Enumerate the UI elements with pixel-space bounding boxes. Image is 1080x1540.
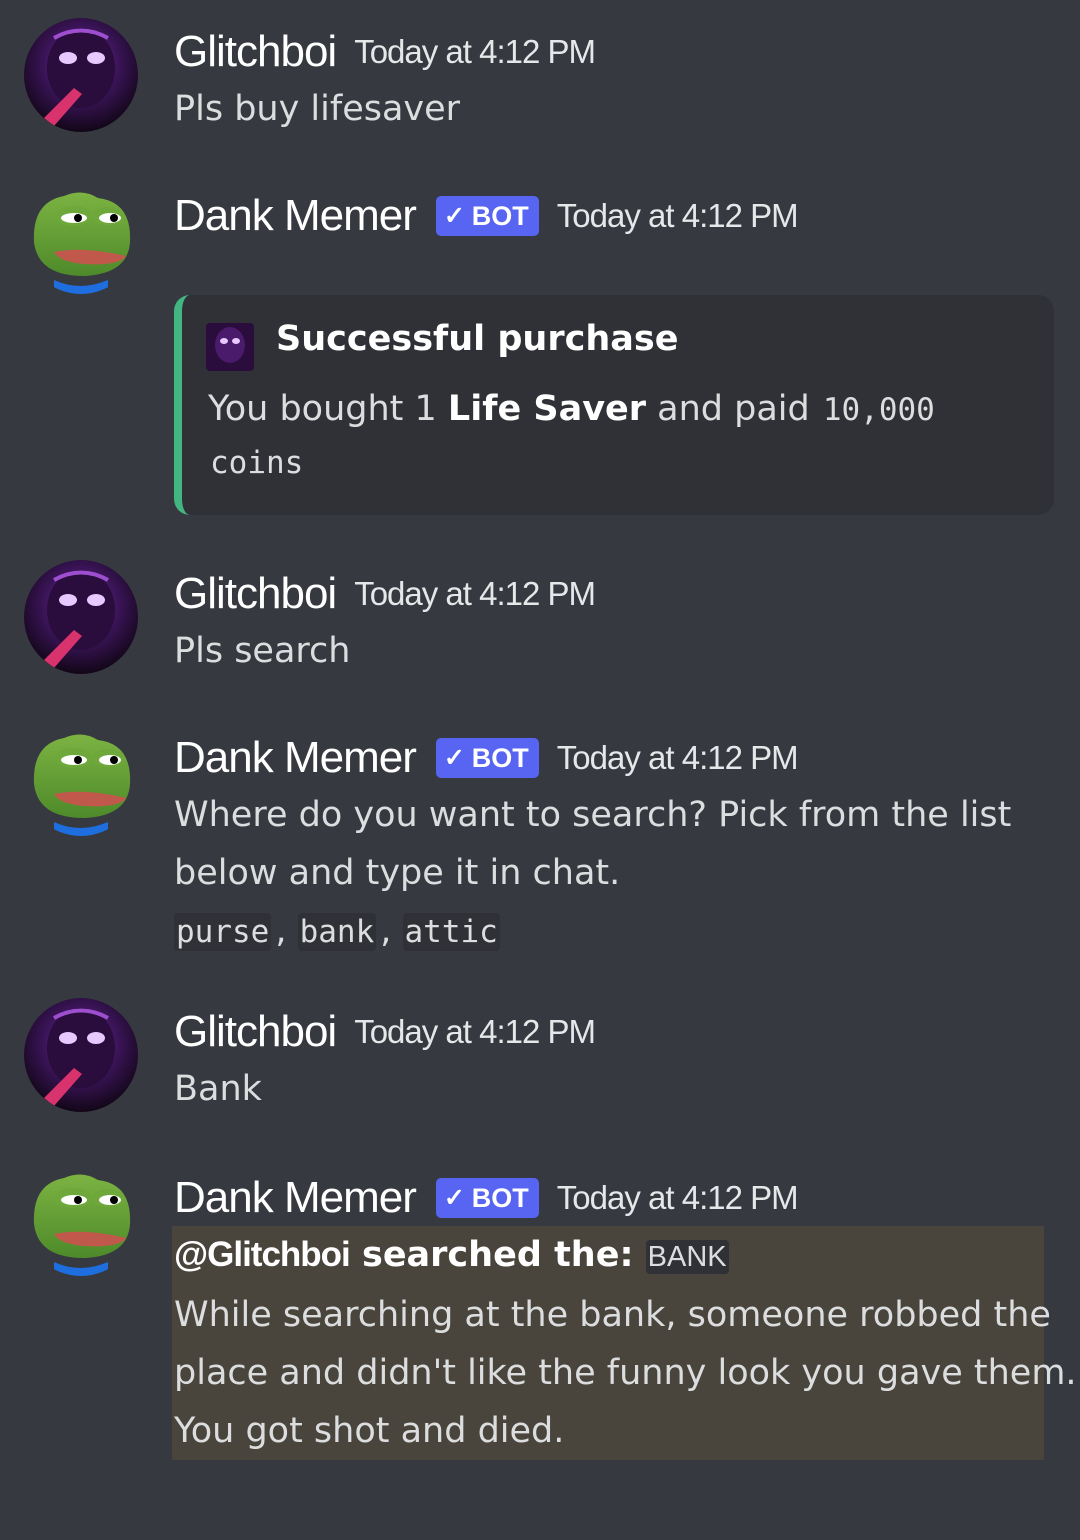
dank-memer-avatar[interactable] [24,1162,138,1276]
verified-check-icon: ✓ [443,202,465,230]
item-name: Life Saver [447,389,647,429]
message-text: Bank [174,1069,262,1109]
message: Glitchboi Today at 4:12 PM Pls buy lifes… [0,18,1080,148]
dank-memer-avatar[interactable] [24,722,138,836]
timestamp: Today at 4:12 PM [354,1013,596,1050]
bot-label: BOT [471,742,529,773]
bot-badge: ✓ BOT [435,196,539,236]
embed-title: Successful purchase [276,319,679,359]
message: Glitchboi Today at 4:12 PM Pls search [0,560,1080,690]
separator: , [380,911,403,951]
timestamp: Today at 4:12 PM [556,739,799,776]
bot-label: BOT [471,200,529,231]
option-attic: attic [402,913,500,951]
result-line: place and didn't like the funny look you… [174,1353,1077,1393]
username[interactable]: Dank Memer [174,1173,417,1223]
separator: , [275,911,298,951]
result-line: You got shot and died. [174,1411,565,1451]
result-line: While searching at the bank, someone rob… [174,1295,1051,1335]
embed-author-icon [206,323,254,371]
coin-amount: 10,000 [820,391,937,429]
glitchboi-avatar[interactable] [24,18,138,132]
embed-description: You bought 1 Life Saver and paid 10,000 c… [208,383,1024,489]
desc-prefix: You bought 1 [208,389,448,429]
username[interactable]: Glitchboi [174,27,337,77]
timestamp: Today at 4:12 PM [556,1179,799,1216]
message: Dank Memer ✓ BOT Today at 4:12 PM Where … [0,722,1080,972]
bot-badge: ✓ BOT [435,738,539,778]
message-text: Where do you want to search? Pick from t… [174,795,1012,893]
glitchboi-avatar[interactable] [24,998,138,1112]
purchase-embed: Successful purchase You bought 1 Life Sa… [174,295,1054,515]
username[interactable]: Glitchboi [174,569,337,619]
username[interactable]: Dank Memer [174,733,417,783]
coin-unit: coins [208,444,306,482]
user-mention[interactable]: @Glitchboi [174,1235,351,1274]
verified-check-icon: ✓ [443,744,465,772]
verified-check-icon: ✓ [443,1184,465,1212]
option-purse: purse [174,913,272,951]
bot-label: BOT [471,1182,529,1213]
desc-mid: and paid [646,389,821,429]
highlighted-message: @Glitchboi searched the: BANK While sear… [172,1226,1077,1460]
message: Dank Memer ✓ BOT Today at 4:12 PM @Glitc… [0,1162,1080,1482]
glitchboi-avatar[interactable] [24,560,138,674]
timestamp: Today at 4:12 PM [556,197,799,234]
search-result-header: @Glitchboi searched the: BANK [174,1226,1044,1286]
username[interactable]: Glitchboi [174,1007,337,1057]
option-bank: bank [297,913,377,951]
message-text: Pls buy lifesaver [174,89,461,129]
search-options: purse, bank, attic [174,902,1050,961]
message: Glitchboi Today at 4:12 PM Bank [0,998,1080,1128]
bot-badge: ✓ BOT [435,1178,539,1218]
username[interactable]: Dank Memer [174,191,417,241]
timestamp: Today at 4:12 PM [354,575,596,612]
searched-label: searched the: [349,1235,646,1275]
dank-memer-avatar[interactable] [24,180,138,294]
message-text: Pls search [174,631,351,671]
search-location: BANK [645,1240,729,1274]
timestamp: Today at 4:12 PM [354,33,596,70]
